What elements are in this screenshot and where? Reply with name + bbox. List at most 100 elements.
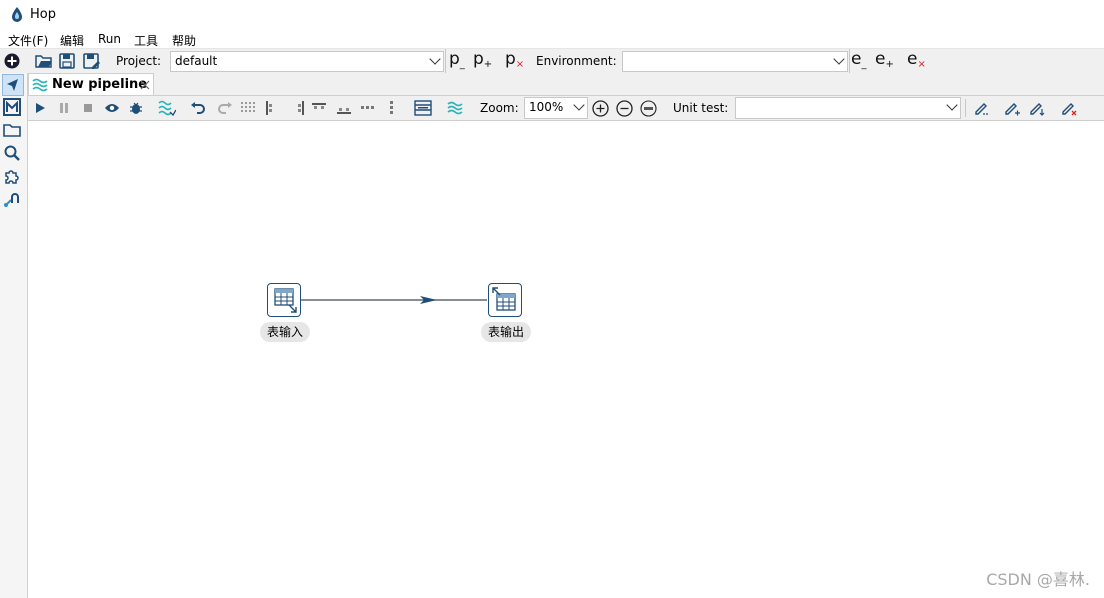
tab-strip: New pipeline xyxy=(28,73,1104,96)
play-icon xyxy=(36,103,45,113)
zoom-select[interactable]: 100% xyxy=(524,97,588,119)
pipeline-graph-button[interactable] xyxy=(446,99,464,117)
close-icon[interactable] xyxy=(140,80,150,90)
distribute-horizontal-button[interactable] xyxy=(359,99,377,117)
tab-new-pipeline[interactable]: New pipeline xyxy=(28,73,154,95)
edit-pipeline-button[interactable] xyxy=(414,99,432,117)
plugin-perspective-button[interactable] xyxy=(2,166,24,188)
align-top-icon xyxy=(312,103,326,109)
search-perspective-button[interactable] xyxy=(2,143,24,165)
eye-icon xyxy=(105,104,119,112)
menu-file[interactable]: 文件(F) xyxy=(8,32,48,49)
snap-to-grid-button[interactable] xyxy=(239,99,257,117)
table-input-step[interactable] xyxy=(267,283,301,317)
zoom-in-icon xyxy=(591,99,609,117)
pipeline-icon xyxy=(32,78,48,92)
perspective-bar xyxy=(0,73,28,598)
menu-edit[interactable]: 编辑 xyxy=(60,32,84,49)
stop-button[interactable] xyxy=(79,99,97,117)
save-icon[interactable] xyxy=(59,53,75,69)
table-output-label: 表输出 xyxy=(481,322,531,342)
add-data-set-button[interactable] xyxy=(1028,99,1046,117)
edit-environment-button[interactable]: e_ xyxy=(851,51,866,73)
menu-tools[interactable]: 工具 xyxy=(134,32,158,49)
menu-run[interactable]: Run xyxy=(98,32,121,46)
debug-button[interactable] xyxy=(127,99,145,117)
unit-test-select[interactable] xyxy=(735,97,961,119)
environment-select[interactable] xyxy=(622,51,848,72)
metadata-icon xyxy=(3,98,21,116)
environment-label: Environment: xyxy=(536,54,617,68)
table-input-label: 表输入 xyxy=(260,322,310,342)
redo-button[interactable] xyxy=(216,99,234,117)
align-right-button[interactable] xyxy=(291,99,309,117)
pipeline-toolbar: Zoom: 100% Unit test: xyxy=(28,96,1104,121)
distribute-horizontal-icon xyxy=(361,106,374,109)
window-title: Hop xyxy=(30,7,56,22)
pause-icon xyxy=(60,103,68,113)
delete-test-icon xyxy=(1062,103,1077,116)
table-output-step[interactable] xyxy=(488,283,522,317)
title-bar: Hop xyxy=(0,0,1104,30)
open-folder-icon[interactable] xyxy=(35,53,53,69)
align-bottom-icon xyxy=(337,108,351,114)
add-project-button[interactable]: p+ xyxy=(473,51,492,73)
pause-button[interactable] xyxy=(55,99,73,117)
hop-logo-icon xyxy=(12,7,22,22)
pipeline-icon xyxy=(447,101,463,115)
new-icon[interactable] xyxy=(4,53,20,69)
tab-label: New pipeline xyxy=(52,77,148,92)
add-test-icon xyxy=(1005,103,1020,116)
zoom-100-button[interactable] xyxy=(639,99,657,117)
chevron-down-icon xyxy=(573,99,585,111)
redo-icon xyxy=(218,102,232,114)
bug-icon xyxy=(130,102,142,114)
delete-project-button[interactable]: p× xyxy=(505,51,524,73)
zoom-out-icon xyxy=(615,99,633,117)
zoom-value: 100% xyxy=(529,100,564,114)
project-select[interactable]: default xyxy=(170,51,444,72)
explorer-perspective-button[interactable] xyxy=(2,74,24,96)
run-button[interactable] xyxy=(31,99,49,117)
save-as-icon[interactable] xyxy=(83,53,101,69)
preview-button[interactable] xyxy=(103,99,121,117)
align-left-icon xyxy=(266,101,272,115)
zoom-out-button[interactable] xyxy=(615,99,633,117)
distribute-vertical-button[interactable] xyxy=(383,99,401,117)
align-bottom-button[interactable] xyxy=(335,99,353,117)
chevron-down-icon xyxy=(429,53,441,65)
undo-icon xyxy=(191,102,205,114)
pipeline-canvas[interactable]: 表输入 表输出 CSDN @喜林. xyxy=(28,121,1104,598)
navigate-arrow-icon xyxy=(7,79,18,91)
main-toolbar: Project: default p_ p+ p× Environment: e… xyxy=(0,48,1104,75)
zoom-in-button[interactable] xyxy=(591,99,609,117)
table-output-icon xyxy=(492,287,516,311)
watermark-text: CSDN @喜林. xyxy=(986,570,1090,589)
align-left-button[interactable] xyxy=(261,99,279,117)
file-perspective-button[interactable] xyxy=(2,120,24,142)
folder-icon xyxy=(3,124,21,137)
hop-layer xyxy=(301,296,487,304)
undo-button[interactable] xyxy=(189,99,207,117)
new-unit-test-button[interactable] xyxy=(1003,99,1021,117)
menu-help[interactable]: 帮助 xyxy=(172,32,196,49)
unit-test-label: Unit test: xyxy=(673,101,729,115)
project-label: Project: xyxy=(116,54,162,68)
execution-icon xyxy=(4,193,19,207)
align-top-button[interactable] xyxy=(310,99,328,117)
chevron-down-icon xyxy=(946,99,958,111)
table-input-icon xyxy=(274,288,297,313)
edit-unit-test-button[interactable] xyxy=(973,99,991,117)
execution-perspective-button[interactable] xyxy=(2,189,24,211)
metadata-perspective-button[interactable] xyxy=(2,97,24,119)
edit-project-button[interactable]: p_ xyxy=(449,51,465,73)
grid-icon xyxy=(241,102,255,112)
delete-environment-button[interactable]: e× xyxy=(907,51,926,73)
pipeline-properties-icon xyxy=(414,100,432,116)
delete-unit-test-button[interactable] xyxy=(1060,99,1078,117)
data-set-icon xyxy=(1030,103,1045,116)
add-environment-button[interactable]: e+ xyxy=(875,51,894,73)
distribute-vertical-icon xyxy=(390,101,393,114)
edit-test-icon xyxy=(975,103,988,115)
impact-button[interactable] xyxy=(158,99,176,117)
